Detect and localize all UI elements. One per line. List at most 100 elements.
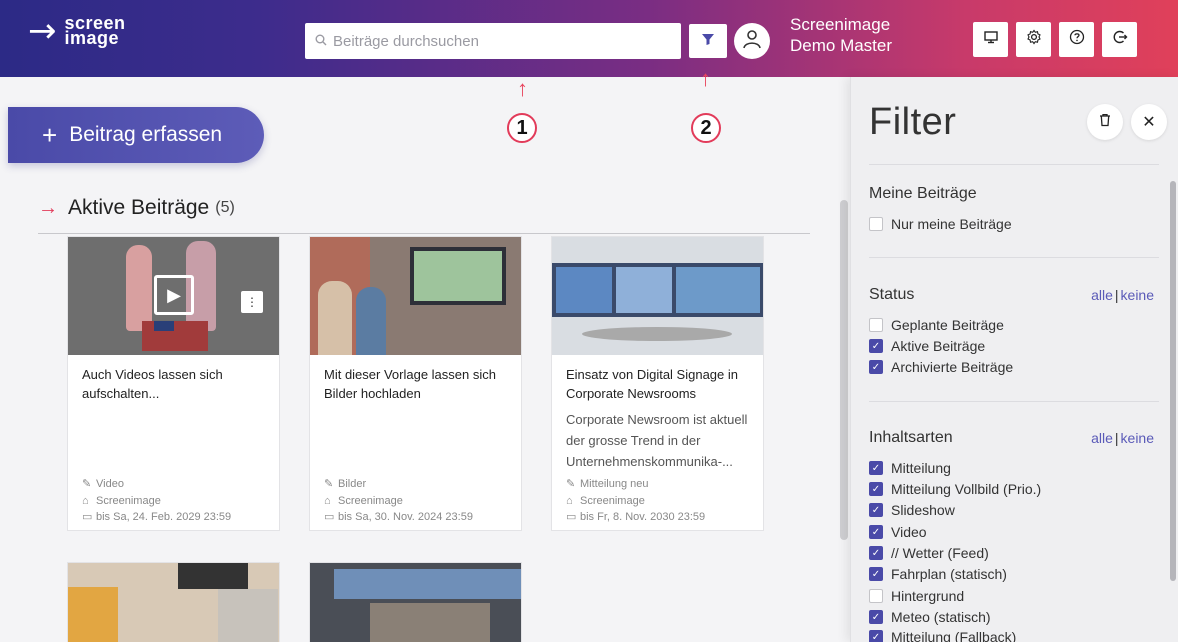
user-avatar[interactable] [734,23,770,59]
checkbox-mitteilung[interactable]: ✓ Mitteilung [869,459,951,477]
check-icon[interactable]: ✓ [869,630,883,642]
logout-button[interactable] [1102,22,1137,57]
filter-button[interactable] [689,24,727,58]
user-icon [741,28,763,55]
search-input[interactable]: Beiträge durchsuchen [305,23,681,59]
card-meta: ✎ Mitteilung neu ⌂ Screenimage ▭ bis Fr, 8.… [566,476,705,526]
user-name-line2: Demo Master [790,36,893,55]
filter-panel: Filter ✕ Meine Beiträge Nur meine Beiträ… [850,77,1178,642]
card-until: bis Fr, 8. Nov. 2030 23:59 [580,511,706,523]
monitor-icon: ▭ [324,511,335,523]
check-icon[interactable]: ✓ [869,360,883,374]
section-divider [38,233,810,234]
close-filter-button[interactable]: ✕ [1131,104,1167,140]
checkbox-label: Geplante Beiträge [891,317,1004,333]
settings-button[interactable] [1016,22,1051,57]
user-name[interactable]: Screenimage Demo Master [790,14,892,56]
card-description: Corporate Newsroom ist ak­tuell der gros… [566,412,748,469]
help-icon [1069,29,1085,50]
checkbox-label: Mitteilung Vollbild (Prio.) [891,481,1042,497]
plus-icon: + [42,119,58,150]
checkbox-label: Hintergrund [891,588,965,604]
user-name-line1: Screenimage [790,15,891,34]
checkbox-box[interactable] [869,318,883,332]
checkbox-archived[interactable]: ✓ Archivierte Beiträge [869,358,1013,376]
checkbox-meteo[interactable]: ✓ Meteo (statisch) [869,608,991,626]
trash-icon [1098,113,1112,132]
checkbox-label: Archivierte Beiträge [891,359,1014,375]
add-post-label: Beitrag erfassen [69,123,223,146]
post-card[interactable] [67,562,280,642]
filter-scrollbar[interactable] [1170,181,1176,581]
checkbox-label: Meteo (statisch) [891,609,991,625]
search-icon [315,34,327,49]
check-icon[interactable]: ✓ [869,567,883,581]
checkbox-box[interactable] [869,589,883,603]
main-scrollbar[interactable] [840,200,848,540]
add-post-button[interactable]: + Beitrag erfassen [8,107,264,163]
checkbox-slideshow[interactable]: ✓ Slideshow [869,501,955,519]
content-select-all[interactable]: alle [1091,430,1113,446]
card-title: Mit dieser Vorlage lassen sich Bilder ho… [324,367,496,401]
pencil-icon: ✎ [566,478,576,490]
filter-title: Filter [869,101,957,143]
divider [869,164,1159,165]
divider [869,257,1159,258]
status-select-none[interactable]: keine [1121,287,1154,303]
more-options-icon[interactable]: ⋮ [241,291,263,313]
video-thumbnail[interactable]: ▶ ⋮ [68,237,279,355]
checkbox-mitteilung-fallback[interactable]: ✓ Mitteilung (Fallback) [869,628,1016,642]
status-select-all[interactable]: alle [1091,287,1113,303]
card-type: Mitteilung neu [580,478,649,490]
pencil-icon: ✎ [324,478,334,490]
checkbox-wetter[interactable]: ✓ // Wetter (Feed) [869,544,989,562]
annotation-badge-1: 1 [507,113,537,143]
checkbox-box[interactable] [869,217,883,231]
checkbox-video[interactable]: ✓ Video [869,523,927,541]
play-icon[interactable]: ▶ [154,275,194,315]
image-thumbnail [68,563,279,642]
pencil-icon: ✎ [82,478,92,490]
group-title-content-types: Inhaltsarten [869,429,953,446]
status-select-links: alle | keine [1091,287,1154,303]
clear-filter-button[interactable] [1087,104,1123,140]
card-title: Einsatz von Digital Signage in Corporate… [566,367,738,401]
checkbox-only-mine[interactable]: Nur meine Beiträge [869,215,1012,233]
logo[interactable]: → screen image [28,14,126,48]
checkbox-label: Slideshow [891,502,955,518]
checkbox-label: Video [891,524,927,540]
checkbox-label: Nur meine Beiträge [891,216,1012,232]
logo-text-line2: image [64,28,120,48]
check-icon[interactable]: ✓ [869,525,883,539]
group-title-status: Status [869,286,915,303]
home-icon: ⌂ [324,494,331,507]
post-card[interactable]: Einsatz von Digital Signage in Corporate… [551,236,764,531]
monitor-icon: ▭ [82,511,93,523]
checkbox-mitteilung-vollbild[interactable]: ✓ Mitteilung Vollbild (Prio.) [869,480,1041,498]
post-card[interactable]: Mit dieser Vorlage lassen sich Bilder ho… [309,236,522,531]
card-meta: ✎ Bilder ⌂ Screenimage ▭ bis Sa, 30. Nov. 2… [324,476,473,526]
card-source: Screenimage [580,494,645,507]
check-icon[interactable]: ✓ [869,461,883,475]
checkbox-label: // Wetter (Feed) [891,545,989,561]
checkbox-hintergrund[interactable]: Hintergrund [869,587,964,605]
post-card[interactable] [309,562,522,642]
monitor-icon: ▭ [566,511,577,523]
check-icon[interactable]: ✓ [869,503,883,517]
check-icon[interactable]: ✓ [869,546,883,560]
top-bar: → screen image Beiträge durchsuchen Scre… [0,0,1178,77]
checkbox-label: Aktive Beiträge [891,338,986,354]
content-select-none[interactable]: keine [1121,430,1154,446]
help-button[interactable] [1059,22,1094,57]
checkbox-active[interactable]: ✓ Aktive Beiträge [869,337,985,355]
checkbox-fahrplan[interactable]: ✓ Fahrplan (statisch) [869,565,1007,583]
post-card[interactable]: ▶ ⋮ Auch Videos lassen sich aufschalten.… [67,236,280,531]
annotation-badge-2: 2 [691,113,721,143]
check-icon[interactable]: ✓ [869,610,883,624]
checkbox-label: Mitteilung [891,460,951,476]
check-icon[interactable]: ✓ [869,339,883,353]
checkbox-planned[interactable]: Geplante Beiträge [869,316,1004,334]
section-active-posts[interactable]: → Aktive Beiträge (5) [38,196,235,220]
check-icon[interactable]: ✓ [869,482,883,496]
monitor-button[interactable] [973,22,1008,57]
